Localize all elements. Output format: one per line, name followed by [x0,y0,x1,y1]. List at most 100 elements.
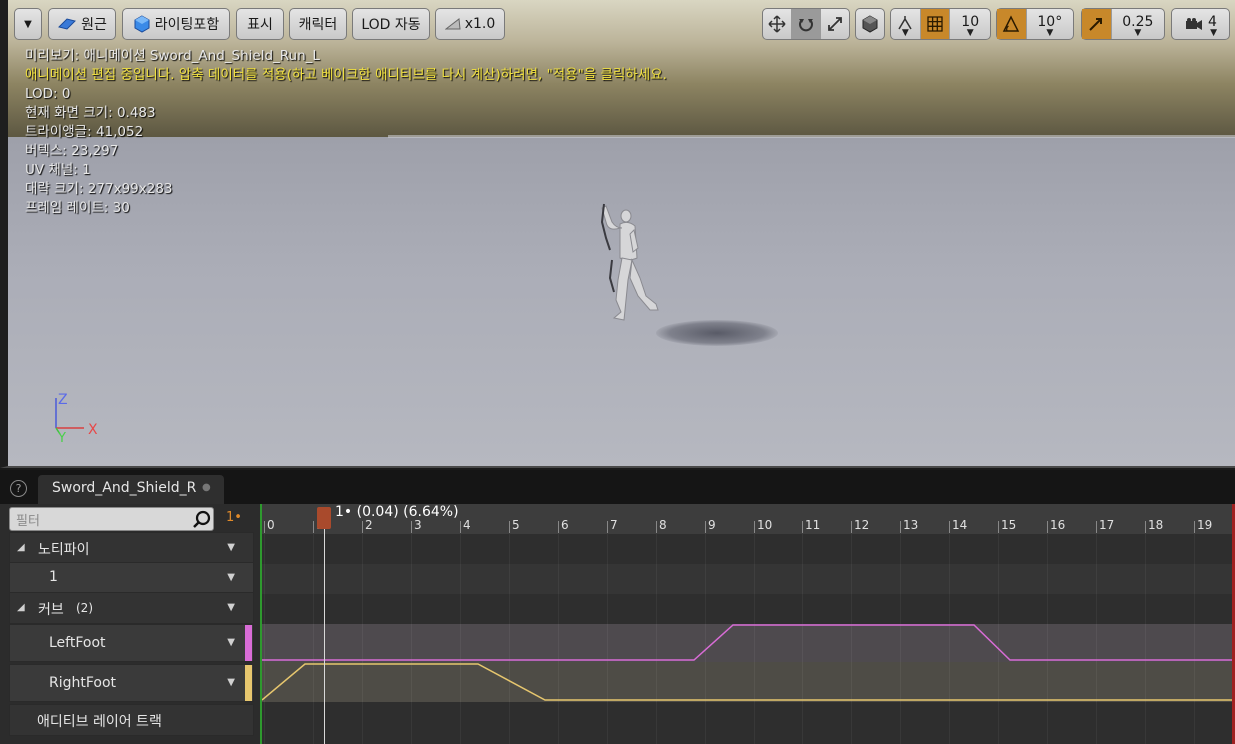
timeline-tick [509,521,510,533]
cube-icon [862,15,878,33]
viewport-options-button[interactable]: ▼ [14,8,42,40]
timeline-tick [998,521,999,533]
lighting-button[interactable]: 라이팅포함 [122,8,230,40]
tab-sequence-editor[interactable]: Sword_And_Shield_R [38,475,224,504]
close-icon[interactable]: ● [202,482,211,493]
timeline-tick-label: 8 [659,518,667,532]
viewport[interactable]: 미리보기: 애니메이션 Sword_And_Shield_Run_L 애니메이션… [0,0,1235,468]
track-notify-1[interactable]: 1 ▼ [9,562,254,594]
filter-placeholder: 필터 [16,514,40,529]
chevron-down-icon[interactable]: ▼ [227,572,235,583]
warning-text: 애니메이션 편집 중입니다. 압축 데이터를 적용(하고 베이크한 애디티브를 … [25,67,667,83]
show-button[interactable]: 표시 [236,8,284,40]
scrub-position-label: 1• (0.04) (6.64%) [335,504,459,520]
rotation-snap-group: 10° ▼ [996,8,1074,40]
chevron-down-icon[interactable]: ▼ [227,542,235,553]
triangles-text: 트라이앵글: 41,052 [25,124,144,140]
timeline-tick-label: 15 [1001,518,1017,532]
notify-track-label: 1 [49,569,58,585]
timeline-tick-label: 17 [1099,518,1115,532]
grid-snap-toggle[interactable] [920,9,951,39]
angle-icon [1003,15,1020,32]
grid-icon [927,16,943,32]
lod-label: LOD 자동 [361,17,421,33]
timeline-tick-label: 4 [463,518,471,532]
scale-icon [828,17,842,31]
timeline-tick-label: 12 [854,518,870,532]
chevron-down-icon[interactable]: ▼ [227,637,235,648]
timeline-tick-label: 7 [610,518,618,532]
scale-snap-value[interactable]: 0.25 ▼ [1112,9,1164,39]
character-label: 캐릭터 [298,17,338,33]
scale-snap-icon [1089,18,1103,31]
camera-speed-button[interactable]: 4 ▼ [1171,8,1230,40]
leftfoot-color-swatch [245,625,252,661]
rotate-icon [799,19,813,32]
move-icon [768,15,786,33]
track-additive-layer[interactable]: 애디티브 레이어 트랙 [9,704,254,736]
track-rightfoot[interactable]: RightFoot ▼ [9,664,254,702]
rotate-button[interactable] [792,9,821,39]
world-local-button[interactable] [855,8,885,40]
chevron-down-icon: ▼ [24,18,32,30]
timeline-tick [1194,521,1195,533]
help-icon[interactable]: ? [10,480,27,497]
character-button[interactable]: 캐릭터 [289,8,347,40]
screen-size-text: 현재 화면 크기: 0.483 [25,105,156,121]
timeline-tick-label: 13 [903,518,919,532]
chevron-down-icon[interactable]: ▼ [227,677,235,688]
track-leftfoot[interactable]: LeftFoot ▼ [9,624,254,662]
bounds-text: 대략 크기: 277x99x283 [25,181,173,197]
viewport-stats: 미리보기: 애니메이션 Sword_And_Shield_Run_L 애니메이션… [25,47,667,218]
lighting-label: 라이팅포함 [154,17,220,33]
grid-snap-value[interactable]: 10 ▼ [950,9,990,39]
lane-additive [262,702,1235,744]
timeline-tick-label: 14 [952,518,968,532]
perspective-icon [58,18,77,30]
lane-notifies [262,534,1235,564]
timeline-tick [607,521,608,533]
chevron-down-icon[interactable]: ▼ [227,602,235,613]
track-notifies[interactable]: ◢ 노티파이 ▼ [9,532,254,564]
perspective-button[interactable]: 원근 [48,8,116,40]
rightfoot-color-swatch [245,665,252,701]
lit-cube-icon [134,15,150,33]
rotation-snap-value[interactable]: 10° ▼ [1027,9,1073,39]
collapse-triangle-icon[interactable]: ◢ [17,602,25,613]
lod-text: LOD: 0 [25,86,71,102]
scrub-handle[interactable] [317,507,331,529]
grid-snap-group: ▼ 10 ▼ [890,8,991,40]
playback-speed-button[interactable]: x1.0 [435,8,505,40]
rightfoot-label: RightFoot [49,675,117,691]
timeline-tick [264,521,265,533]
timeline-tick [900,521,901,533]
rotation-snap-toggle[interactable] [997,9,1027,39]
rightfoot-curve[interactable] [262,663,1235,701]
start-marker [260,504,262,744]
show-label: 표시 [247,17,273,33]
character-mannequin[interactable] [588,200,668,325]
translate-button[interactable] [763,9,792,39]
scale-button[interactable] [821,9,849,39]
timeline-tick [1096,521,1097,533]
axis-x-label: X [88,422,98,438]
timeline-tick [851,521,852,533]
timeline-tick [705,521,706,533]
chevron-down-icon: ▼ [1046,28,1054,38]
character-shadow [656,320,778,346]
timeline-tick-label: 16 [1050,518,1066,532]
track-curves[interactable]: ◢ 커브 (2) ▼ [9,592,254,624]
curves-label: 커브 [38,602,64,618]
timeline-tick-label: 6 [561,518,569,532]
uv-channels-text: UV 채널: 1 [25,162,91,178]
search-icon[interactable] [192,509,212,529]
timeline-tick [558,521,559,533]
chevron-down-icon: ▼ [1134,28,1142,38]
leftfoot-curve[interactable] [262,624,1235,661]
scale-snap-toggle[interactable] [1082,9,1112,39]
lod-button[interactable]: LOD 자동 [352,8,430,40]
timeline-tick-label: 11 [805,518,821,532]
collapse-triangle-icon[interactable]: ◢ [17,542,25,553]
surface-snap-button[interactable]: ▼ [891,9,921,39]
frame-marker-label: 1• [226,510,242,525]
